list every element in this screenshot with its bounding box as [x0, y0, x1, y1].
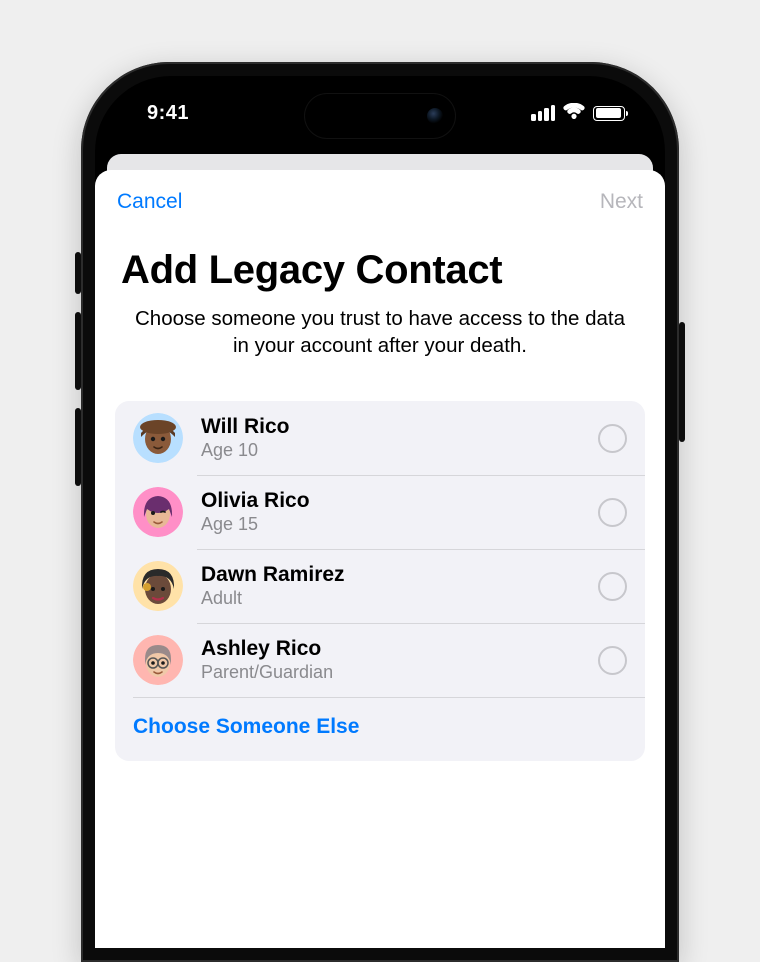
battery-icon — [593, 106, 625, 121]
radio-unselected-icon[interactable] — [598, 572, 627, 601]
contact-row[interactable]: Olivia Rico Age 15 — [115, 475, 645, 549]
contact-name: Ashley Rico — [201, 637, 598, 661]
next-button[interactable]: Next — [600, 190, 643, 214]
wifi-icon — [563, 103, 585, 124]
avatar — [133, 413, 183, 463]
contact-subtitle: Parent/Guardian — [201, 662, 598, 683]
radio-unselected-icon[interactable] — [598, 498, 627, 527]
contact-name: Dawn Ramirez — [201, 563, 598, 587]
avatar — [133, 635, 183, 685]
cellular-icon — [531, 105, 555, 121]
title-block: Add Legacy Contact Choose someone you tr… — [95, 224, 665, 359]
radio-unselected-icon[interactable] — [598, 646, 627, 675]
contact-name: Olivia Rico — [201, 489, 598, 513]
status-icons — [531, 103, 625, 124]
contact-row[interactable]: Dawn Ramirez Adult — [115, 549, 645, 623]
contact-row[interactable]: Ashley Rico Parent/Guardian — [115, 623, 645, 697]
radio-unselected-icon[interactable] — [598, 424, 627, 453]
avatar — [133, 487, 183, 537]
phone-screen: 9:41 Cancel Next Add Legacy Contact Choo… — [95, 76, 665, 948]
dynamic-island — [305, 94, 455, 138]
contact-subtitle: Age 15 — [201, 514, 598, 535]
contact-list: Will Rico Age 10 Olivia Rico Age 15 — [115, 401, 645, 761]
contact-subtitle: Adult — [201, 588, 598, 609]
contact-subtitle: Age 10 — [201, 440, 598, 461]
status-time: 9:41 — [147, 102, 189, 125]
front-camera — [427, 108, 443, 124]
page-subtitle: Choose someone you trust to have access … — [121, 305, 639, 359]
phone-frame: 9:41 Cancel Next Add Legacy Contact Choo… — [81, 62, 679, 962]
avatar — [133, 561, 183, 611]
contact-row[interactable]: Will Rico Age 10 — [115, 401, 645, 475]
cancel-button[interactable]: Cancel — [117, 190, 182, 214]
page-title: Add Legacy Contact — [121, 248, 639, 293]
sheet-header: Cancel Next — [95, 190, 665, 224]
choose-someone-else-button[interactable]: Choose Someone Else — [115, 697, 645, 761]
choose-someone-else-label: Choose Someone Else — [133, 715, 359, 738]
modal-sheet: Cancel Next Add Legacy Contact Choose so… — [95, 170, 665, 948]
contact-name: Will Rico — [201, 415, 598, 439]
